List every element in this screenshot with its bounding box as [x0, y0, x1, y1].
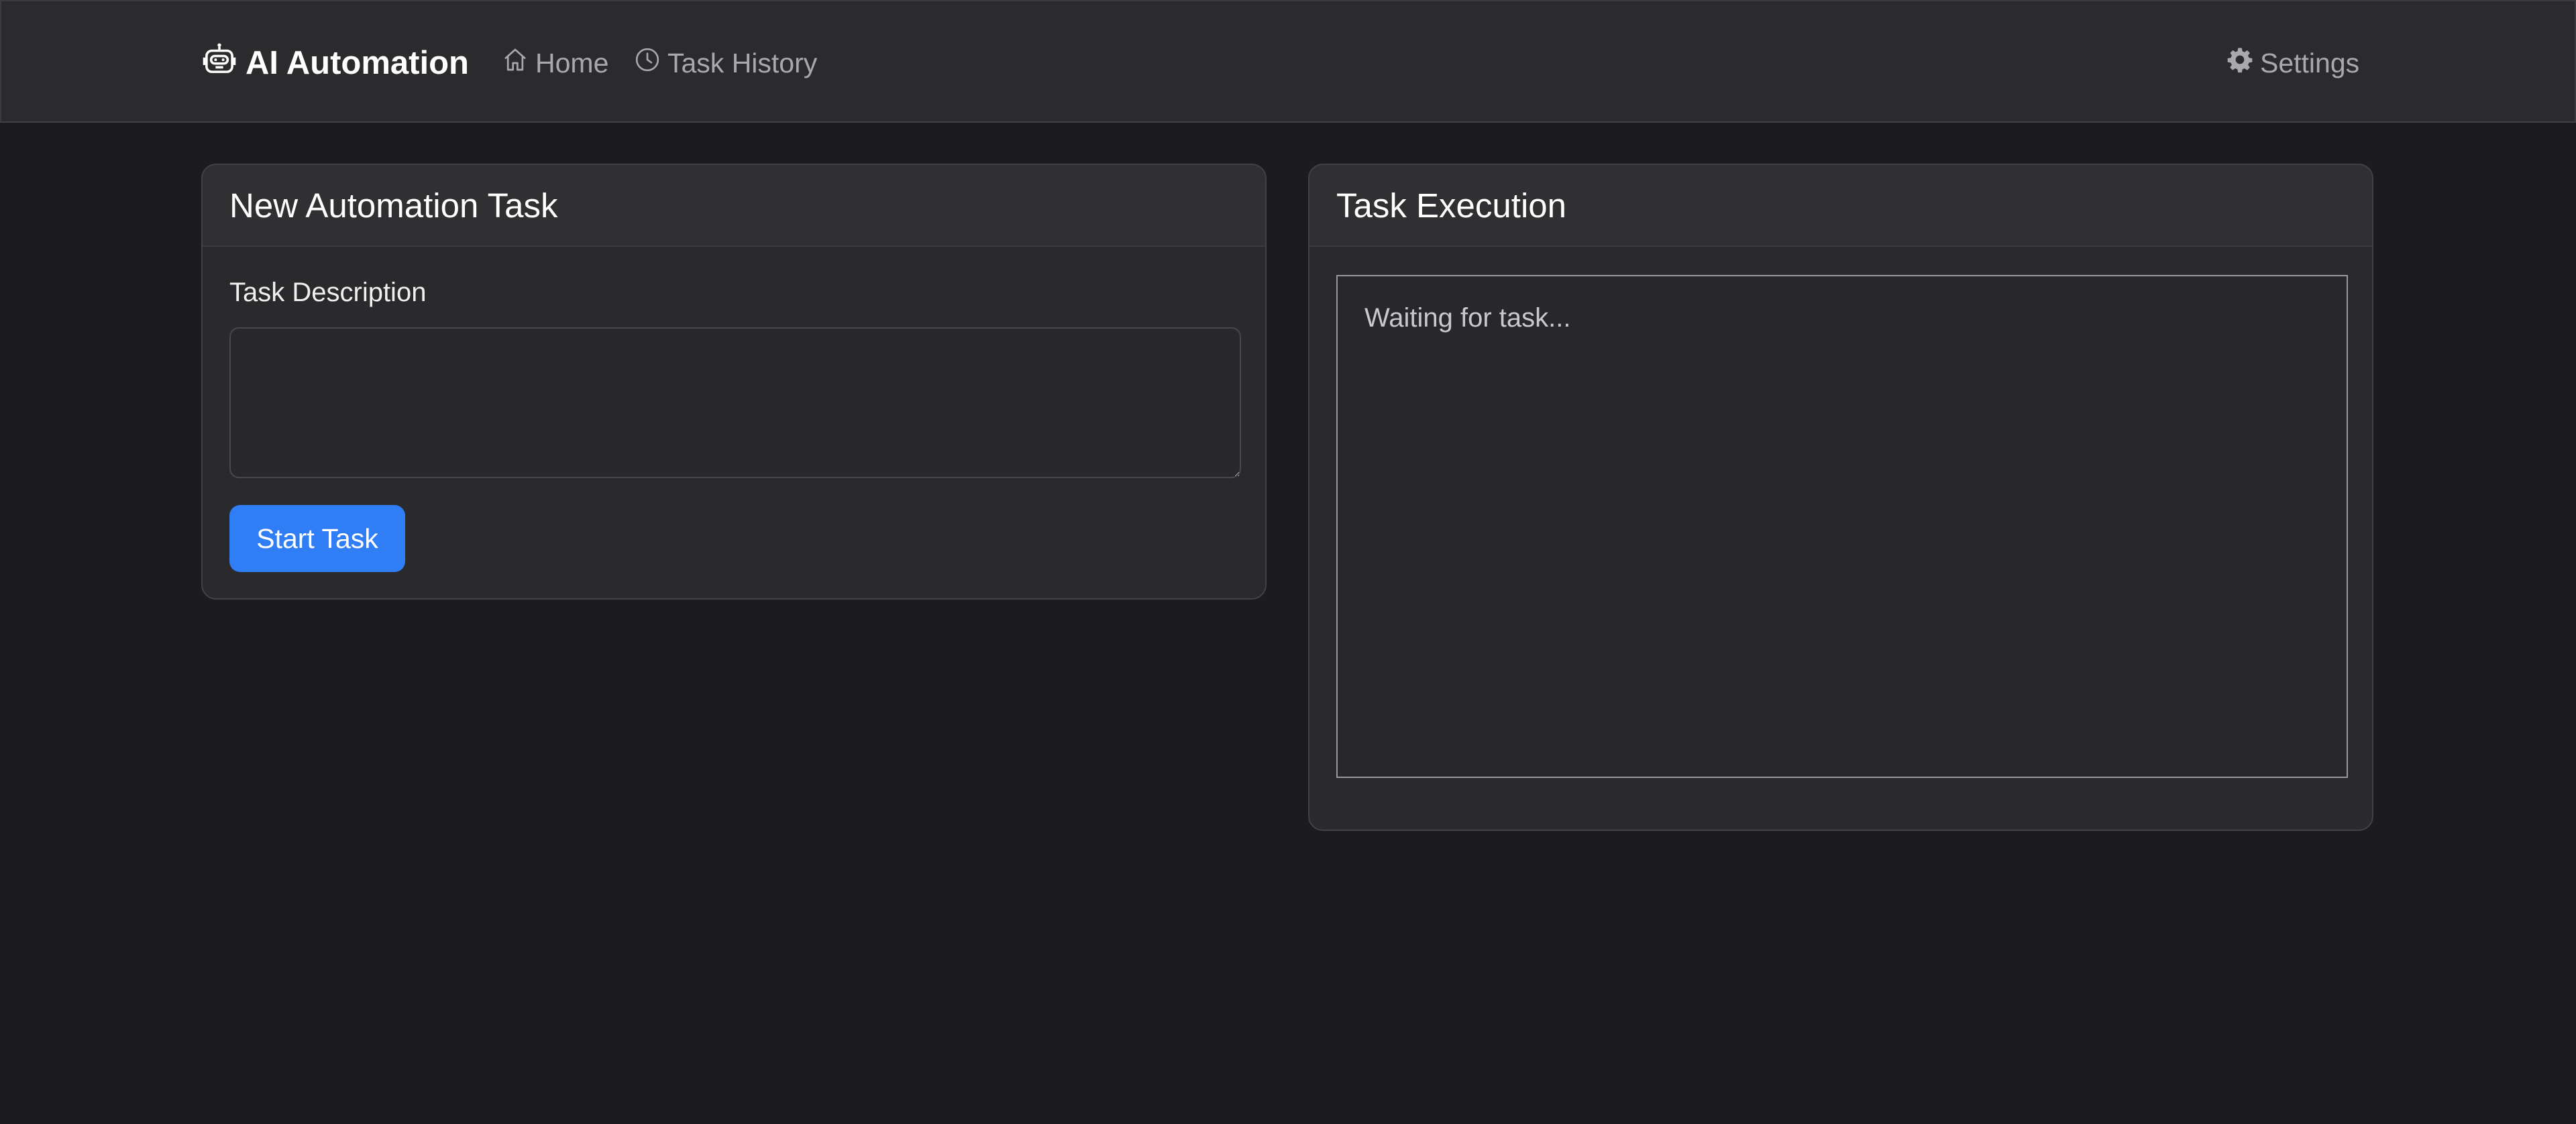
top-navbar: AI Automation Home Task History Settings — [0, 0, 2576, 123]
start-task-button[interactable]: Start Task — [229, 505, 405, 572]
home-icon — [502, 46, 529, 80]
task-execution-card-header: Task Execution — [1309, 165, 2372, 247]
new-task-card-header: New Automation Task — [203, 165, 1265, 247]
new-task-card: New Automation Task Task Description Sta… — [201, 164, 1267, 600]
execution-log-panel: Waiting for task... — [1336, 275, 2348, 778]
nav-task-history-label: Task History — [667, 47, 818, 78]
clock-icon — [634, 46, 661, 80]
brand-title: AI Automation — [246, 45, 469, 81]
nav-settings-label: Settings — [2260, 47, 2360, 78]
execution-status-text: Waiting for task... — [1364, 303, 1571, 333]
nav-task-history-link[interactable]: Task History — [634, 43, 817, 83]
nav-home-link[interactable]: Home — [502, 43, 608, 83]
nav-settings-link[interactable]: Settings — [2226, 43, 2359, 83]
brand-link[interactable]: AI Automation — [201, 43, 469, 83]
gear-icon — [2226, 46, 2253, 80]
task-execution-card: Task Execution Waiting for task... — [1308, 164, 2373, 831]
robot-icon — [201, 41, 237, 85]
new-task-title: New Automation Task — [229, 186, 558, 225]
nav-home-label: Home — [535, 47, 609, 78]
task-execution-title: Task Execution — [1336, 186, 1567, 225]
task-description-label: Task Description — [229, 278, 427, 307]
task-description-input[interactable] — [229, 327, 1241, 478]
